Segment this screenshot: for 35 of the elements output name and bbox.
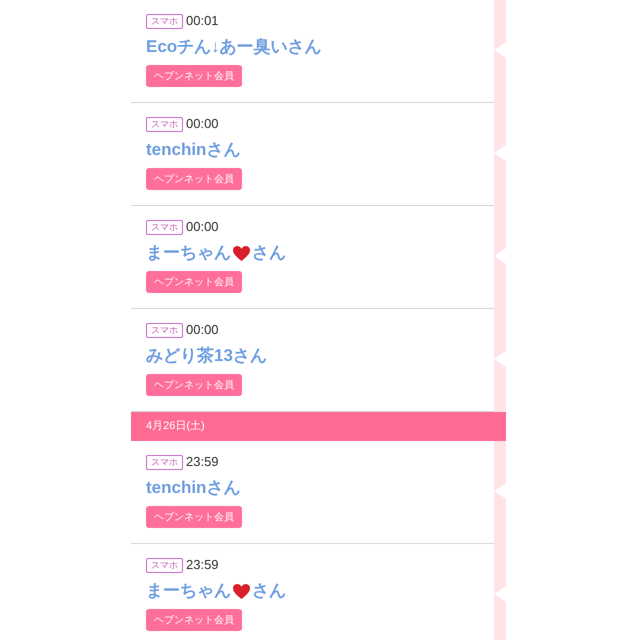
device-tag: スマホ: [146, 558, 183, 572]
visitor-name: まーちゃん: [146, 580, 231, 602]
notch-icon: [494, 483, 506, 499]
visit-time: 23:59: [186, 453, 219, 472]
visitor-name: まーちゃん: [146, 242, 231, 264]
device-tag: スマホ: [146, 322, 183, 338]
visitor-name: tenchinさん: [146, 139, 240, 162]
visit-time: 23:59: [186, 556, 219, 574]
visitor-name: Ecoチん↓あー臭いさん: [146, 36, 322, 58]
device-tag: スマホ: [146, 14, 183, 28]
member-badge[interactable]: ヘブンネット会員: [146, 271, 242, 293]
notch-icon: [494, 248, 506, 264]
visitor-name: tenchinさん: [146, 477, 240, 500]
member-badge[interactable]: ヘブンネット会員: [146, 609, 242, 631]
visit-time: 00:00: [186, 321, 219, 340]
visitor-name: さん: [252, 580, 286, 602]
member-badge[interactable]: ヘブンネット会員: [146, 374, 242, 396]
visitor-name: みどり茶13さん: [146, 345, 267, 368]
member-badge[interactable]: ヘブンネット会員: [146, 65, 242, 87]
visit-time: 00:01: [186, 12, 219, 30]
member-badge[interactable]: ヘブンネット会員: [146, 506, 242, 528]
notch-icon: [494, 145, 506, 161]
visit-time: 00:00: [186, 115, 219, 134]
visitor-name: さん: [252, 242, 286, 264]
notch-icon: [494, 351, 506, 367]
heart-icon: [232, 244, 251, 262]
heart-icon: [232, 582, 251, 600]
device-tag: スマホ: [146, 220, 183, 234]
date-banner: 4月26日(土): [131, 412, 506, 441]
device-tag: スマホ: [146, 454, 183, 470]
visit-time: 00:00: [186, 218, 219, 236]
notch-icon: [494, 42, 506, 58]
notch-icon: [494, 586, 506, 602]
member-badge[interactable]: ヘブンネット会員: [146, 168, 242, 190]
device-tag: スマホ: [146, 116, 183, 132]
